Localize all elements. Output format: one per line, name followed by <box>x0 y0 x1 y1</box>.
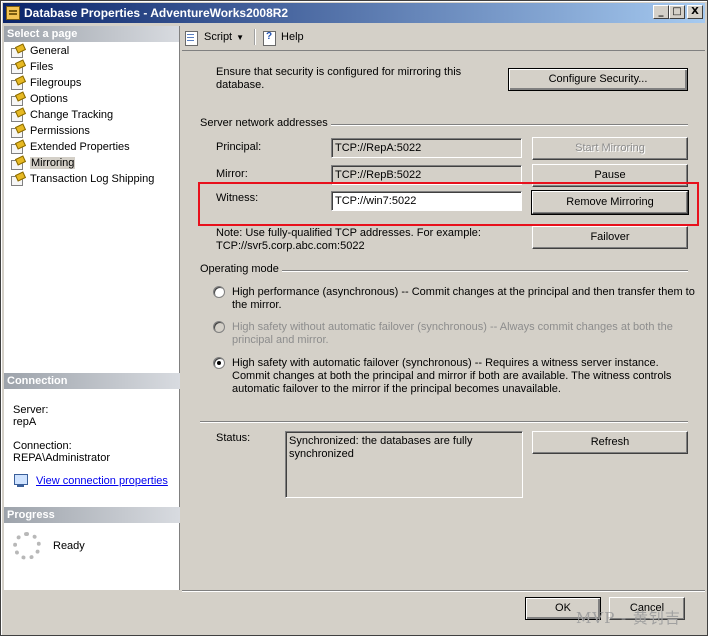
connection-value: REPA\Administrator <box>13 452 110 464</box>
progress-spinner-icon <box>13 532 41 560</box>
status-label: Status: <box>216 432 251 444</box>
page-item-permissions[interactable]: Permissions <box>4 123 179 139</box>
script-button[interactable]: Script ▼ <box>184 30 244 46</box>
page-item-filegroups[interactable]: Filegroups <box>4 75 179 91</box>
principal-label: Principal: <box>216 141 262 153</box>
page-icon <box>11 173 25 186</box>
page-label: Change Tracking <box>30 109 114 121</box>
left-pane: Select a page General Files Filegroups O… <box>4 26 180 590</box>
database-icon <box>6 6 20 20</box>
page-icon <box>11 93 25 106</box>
page-label: Files <box>30 61 54 73</box>
page-icon <box>11 109 25 122</box>
high-safety-no-failover-radio[interactable] <box>213 321 225 333</box>
script-icon <box>184 30 200 46</box>
page-item-transaction-log-shipping[interactable]: Transaction Log Shipping <box>4 171 179 187</box>
page-label: Extended Properties <box>30 141 130 153</box>
high-safety-failover-label[interactable]: High safety with automatic failover (syn… <box>232 357 671 396</box>
title-bar[interactable]: Database Properties - AdventureWorks2008… <box>3 3 705 23</box>
page-item-options[interactable]: Options <box>4 91 179 107</box>
page-icon <box>11 157 25 170</box>
address-note-line-2: TCP://svr5.corp.abc.com:5022 <box>216 240 365 252</box>
high-performance-line-2: the mirror. <box>232 299 282 311</box>
witness-highlight-box <box>198 182 699 226</box>
refresh-button[interactable]: Refresh <box>532 431 688 454</box>
toolbar-separator <box>254 29 256 45</box>
view-connection-properties-link[interactable]: View connection properties <box>36 475 168 487</box>
high-performance-label[interactable]: High performance (asynchronous) -- Commi… <box>232 286 695 312</box>
principal-address-field: TCP://RepA:5022 <box>331 138 522 158</box>
watermark-text: MVP - 黄钊吉 <box>576 609 681 627</box>
address-note: Note: Use fully-qualified TCP addresses.… <box>216 227 481 253</box>
configure-security-button[interactable]: Configure Security... <box>508 68 688 91</box>
high-safety-failover-radio[interactable] <box>213 357 225 369</box>
connection-header: Connection <box>4 373 180 389</box>
toolbar: Script ▼ Help <box>181 26 705 48</box>
script-label: Script <box>204 31 233 43</box>
connection-body: Server: repA Connection: REPA\Administra… <box>4 389 180 488</box>
high-performance-radio[interactable] <box>213 286 225 298</box>
mirror-label: Mirror: <box>216 168 248 180</box>
page-icon <box>11 61 25 74</box>
maximize-button[interactable]: □ <box>669 5 685 19</box>
status-line-2: synchronized <box>289 448 354 460</box>
connection-section: Connection Server: repA Connection: REPA… <box>4 373 180 488</box>
progress-body: Ready <box>4 523 180 560</box>
address-note-line-1: Note: Use fully-qualified TCP addresses.… <box>216 227 481 239</box>
connection-properties-icon <box>13 474 29 488</box>
page-label: General <box>30 45 70 57</box>
page-label: Mirroring <box>30 157 76 169</box>
status-divider <box>200 421 688 423</box>
help-icon <box>261 30 277 46</box>
progress-status: Ready <box>53 540 85 552</box>
page-icon <box>11 45 25 58</box>
high-safety-no-failover-line-1: High safety without automatic failover (… <box>232 321 673 333</box>
page-item-mirroring[interactable]: Mirroring <box>4 155 179 171</box>
page-list: General Files Filegroups Options Change … <box>4 42 179 187</box>
dropdown-arrow-icon[interactable]: ▼ <box>236 33 244 42</box>
high-safety-no-failover-label[interactable]: High safety without automatic failover (… <box>232 321 673 347</box>
page-item-files[interactable]: Files <box>4 59 179 75</box>
help-button[interactable]: Help <box>261 30 304 46</box>
progress-header: Progress <box>4 507 180 523</box>
help-label: Help <box>281 31 304 43</box>
server-value: repA <box>13 416 37 428</box>
failover-button[interactable]: Failover <box>532 226 688 249</box>
minimize-button[interactable]: _ <box>653 5 669 19</box>
server-addresses-header: Server network addresses <box>200 117 331 129</box>
page-item-extended-properties[interactable]: Extended Properties <box>4 139 179 155</box>
high-safety-failover-line-3: automatic failover to the mirror if the … <box>232 383 561 395</box>
security-note: Ensure that security is configured for m… <box>216 66 462 91</box>
page-label: Options <box>30 93 68 105</box>
status-text-box: Synchronized: the databases are fully sy… <box>285 431 523 498</box>
status-line-1: Synchronized: the databases are fully <box>289 435 473 447</box>
high-safety-no-failover-line-2: principal and mirror. <box>232 334 329 346</box>
operating-mode-header: Operating mode <box>200 263 282 275</box>
page-label: Permissions <box>30 125 90 137</box>
window-title: Database Properties - AdventureWorks2008… <box>24 6 289 20</box>
high-safety-failover-line-1: High safety with automatic failover (syn… <box>232 357 659 369</box>
server-label: Server: <box>13 404 49 416</box>
page-icon <box>11 141 25 154</box>
window-controls: _ □ X <box>653 5 703 19</box>
database-properties-window: Database Properties - AdventureWorks2008… <box>0 0 708 636</box>
connection-label: Connection: <box>13 440 72 452</box>
high-safety-failover-line-2: Commit changes at both the principal and… <box>232 370 672 382</box>
page-item-change-tracking[interactable]: Change Tracking <box>4 107 179 123</box>
select-page-header: Select a page <box>4 26 179 42</box>
page-icon <box>11 125 25 138</box>
high-performance-line-1: High performance (asynchronous) -- Commi… <box>232 286 695 298</box>
progress-section: Progress Ready <box>4 507 180 590</box>
footer-divider <box>182 590 705 592</box>
page-item-general[interactable]: General <box>4 43 179 59</box>
content-panel <box>182 50 705 590</box>
close-button[interactable]: X <box>687 5 703 19</box>
view-connection-properties[interactable]: View connection properties <box>13 474 180 488</box>
page-icon <box>11 77 25 90</box>
page-label: Transaction Log Shipping <box>30 173 155 185</box>
page-label: Filegroups <box>30 77 82 89</box>
start-mirroring-button[interactable]: Start Mirroring <box>532 137 688 160</box>
